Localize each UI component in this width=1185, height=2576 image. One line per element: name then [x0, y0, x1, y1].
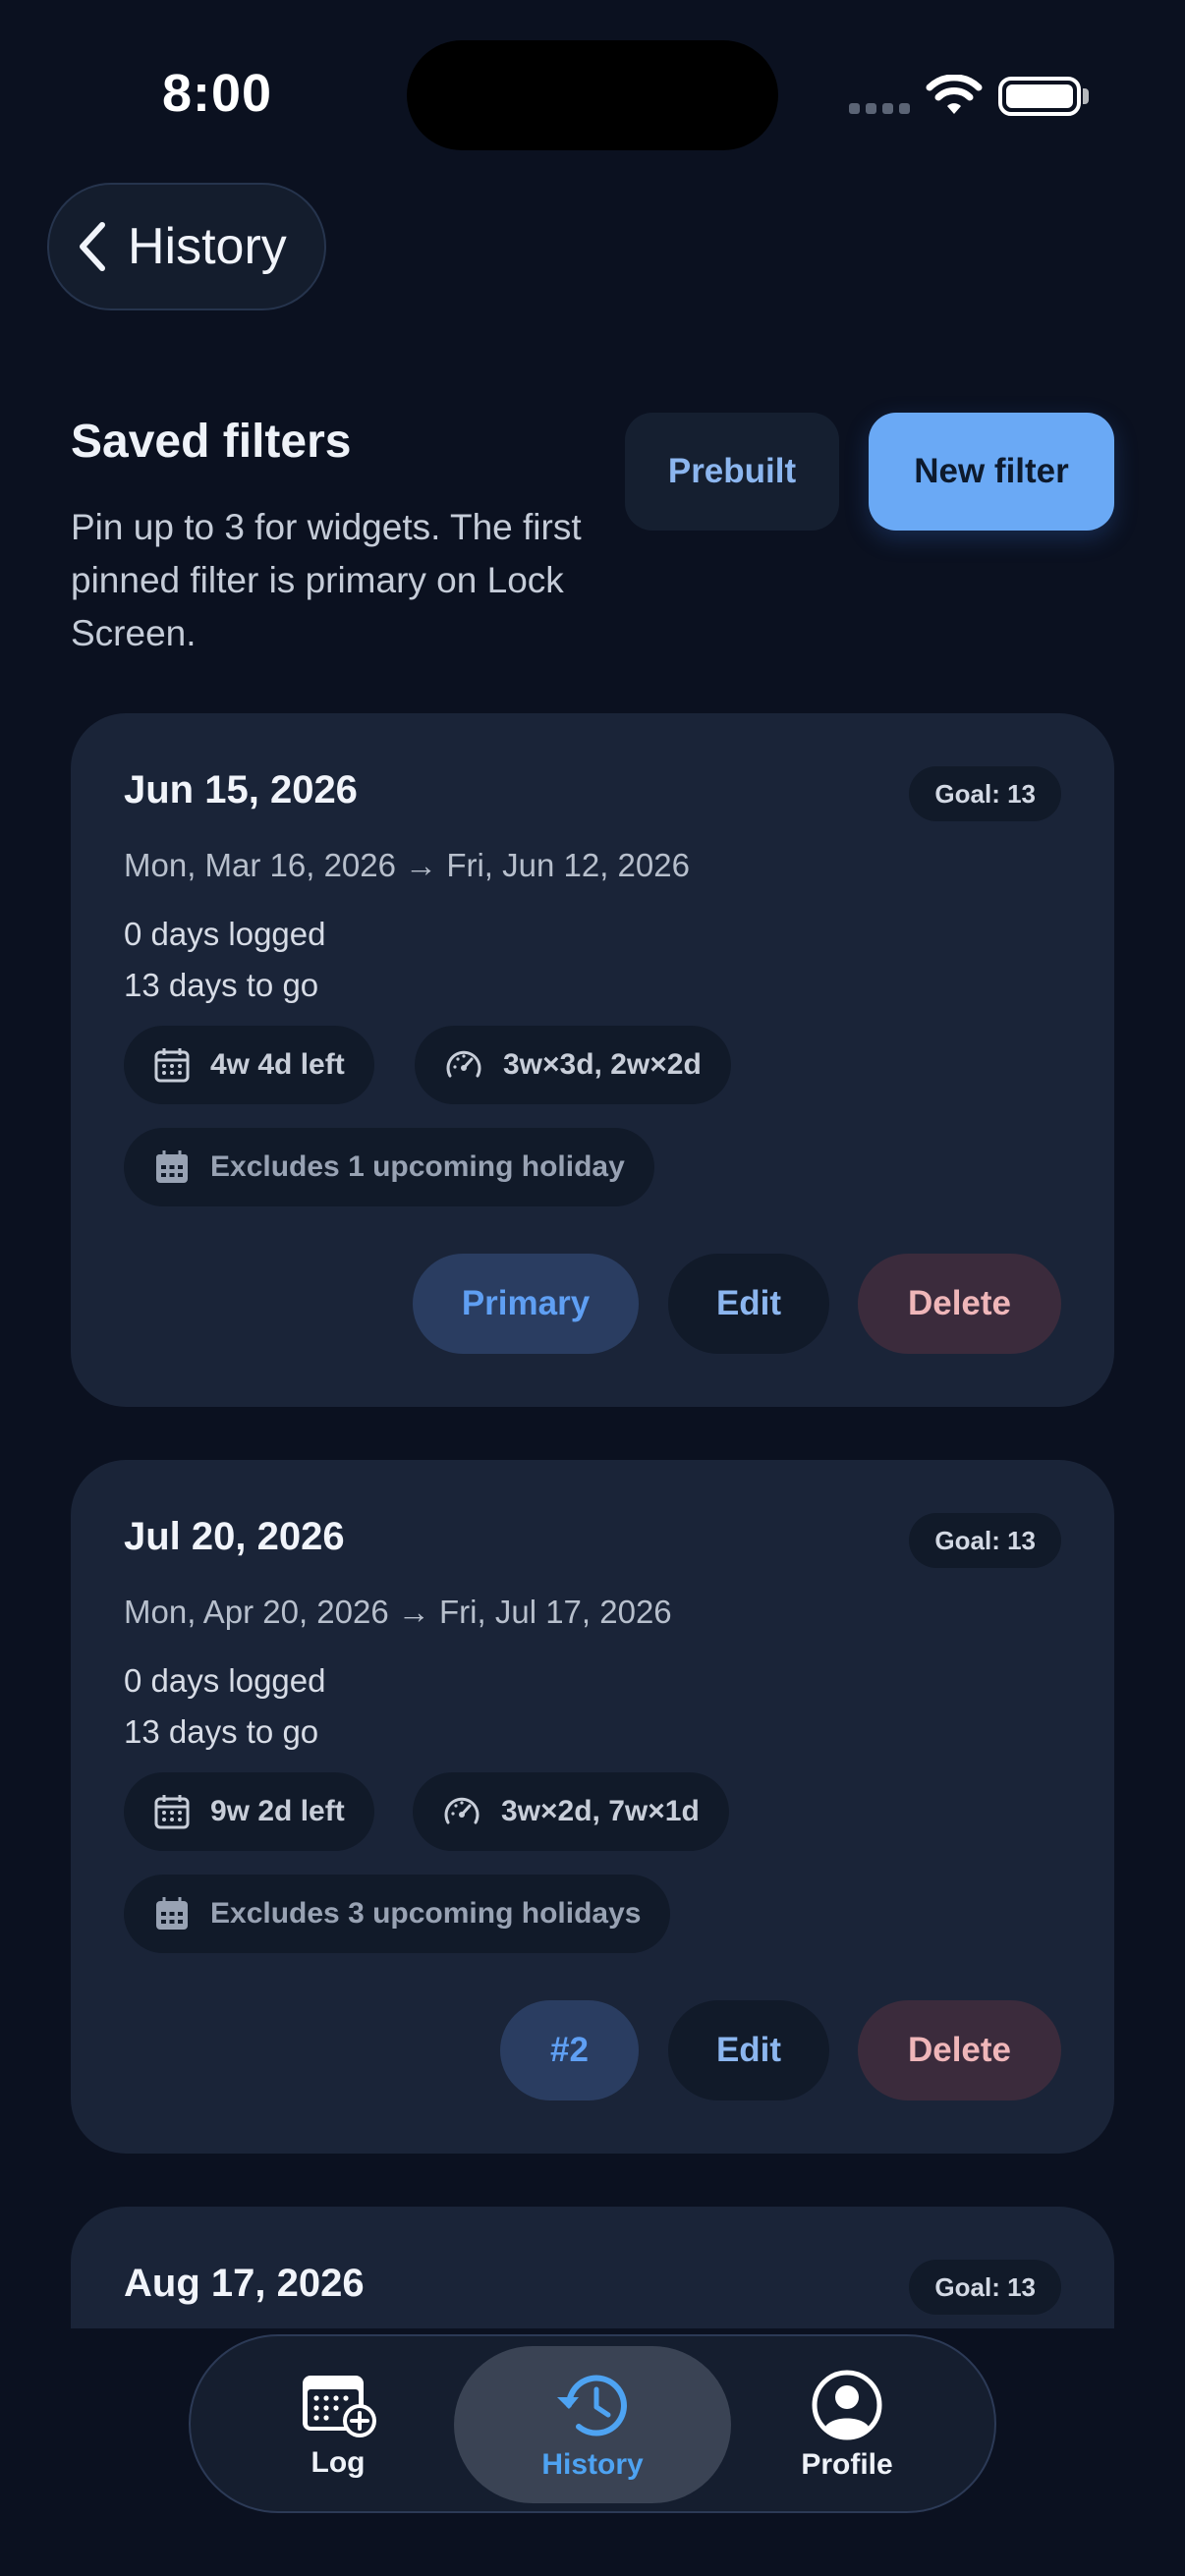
edit-button[interactable]: Edit [668, 2000, 829, 2100]
tab-profile[interactable]: Profile [739, 2346, 955, 2503]
days-logged: 0 days logged [124, 1662, 326, 1699]
prebuilt-button[interactable]: Prebuilt [625, 413, 839, 531]
pace-text: 3w×3d, 2w×2d [503, 1048, 702, 1081]
speedometer-icon [446, 1050, 481, 1078]
pace-chip: 3w×2d, 7w×1d [413, 1772, 729, 1851]
pin-order-button[interactable]: #2 [500, 2000, 639, 2100]
status-time: 8:00 [162, 64, 273, 123]
delete-button[interactable]: Delete [858, 2000, 1061, 2100]
tab-history-label: History [541, 2448, 644, 2481]
holiday-chip: Excludes 1 upcoming holiday [124, 1128, 654, 1206]
holiday-text: Excludes 1 upcoming holiday [210, 1150, 625, 1183]
time-left-text: 4w 4d left [210, 1048, 345, 1081]
battery-icon [998, 77, 1081, 116]
dynamic-island [407, 40, 778, 150]
pace-chip: 3w×3d, 2w×2d [415, 1026, 731, 1104]
filter-title: Aug 17, 2026 [124, 2262, 365, 2305]
time-left-chip: 9w 2d left [124, 1772, 374, 1851]
tab-history[interactable]: History [454, 2346, 731, 2503]
history-clock-icon [557, 2375, 627, 2436]
goal-badge: Goal: 13 [909, 766, 1061, 821]
edit-button[interactable]: Edit [668, 1254, 829, 1354]
holiday-chip: Excludes 3 upcoming holidays [124, 1875, 671, 1953]
cellular-signal-icon [849, 103, 910, 114]
wifi-icon [926, 75, 983, 114]
goal-badge: Goal: 13 [909, 1513, 1061, 1568]
section-title: Saved filters [71, 416, 352, 468]
delete-button[interactable]: Delete [858, 1254, 1061, 1354]
back-button[interactable]: History [47, 183, 326, 310]
chevron-left-icon [80, 222, 105, 271]
goal-badge: Goal: 13 [909, 2260, 1061, 2315]
profile-icon [812, 2370, 882, 2440]
time-left-text: 9w 2d left [210, 1795, 345, 1827]
days-logged: 0 days logged [124, 916, 326, 952]
filter-title: Jul 20, 2026 [124, 1515, 345, 1558]
calendar-icon [154, 1795, 190, 1829]
tab-log[interactable]: Log [230, 2346, 446, 2503]
tab-log-label: Log [310, 2446, 366, 2479]
new-filter-button[interactable]: New filter [869, 413, 1114, 531]
days-to-go: 13 days to go [124, 967, 319, 1003]
filter-card: Jun 15, 2026 Goal: 13 Mon, Mar 16, 2026 … [71, 713, 1114, 1407]
holiday-text: Excludes 3 upcoming holidays [210, 1897, 642, 1930]
filter-title: Jun 15, 2026 [124, 768, 358, 812]
pace-text: 3w×2d, 7w×1d [501, 1795, 700, 1827]
tab-bar: Log History Profile [189, 2334, 996, 2513]
filter-card: Jul 20, 2026 Goal: 13 Mon, Apr 20, 2026 … [71, 1460, 1114, 2154]
tab-profile-label: Profile [801, 2448, 893, 2481]
calendar-icon [154, 1048, 190, 1083]
primary-pin-button[interactable]: Primary [413, 1254, 639, 1354]
section-description: Pin up to 3 for widgets. The first pinne… [71, 507, 582, 653]
time-left-chip: 4w 4d left [124, 1026, 374, 1104]
date-range: Mon, Apr 20, 2026 → Fri, Jul 17, 2026 [124, 1594, 672, 1630]
calendar-plus-icon [303, 2376, 376, 2437]
days-to-go: 13 days to go [124, 1713, 319, 1750]
calendar-filled-icon [156, 1150, 188, 1183]
back-button-label: History [128, 218, 287, 275]
date-range: Mon, Mar 16, 2026 → Fri, Jun 12, 2026 [124, 847, 690, 883]
speedometer-icon [444, 1797, 480, 1824]
calendar-filled-icon [156, 1897, 188, 1930]
